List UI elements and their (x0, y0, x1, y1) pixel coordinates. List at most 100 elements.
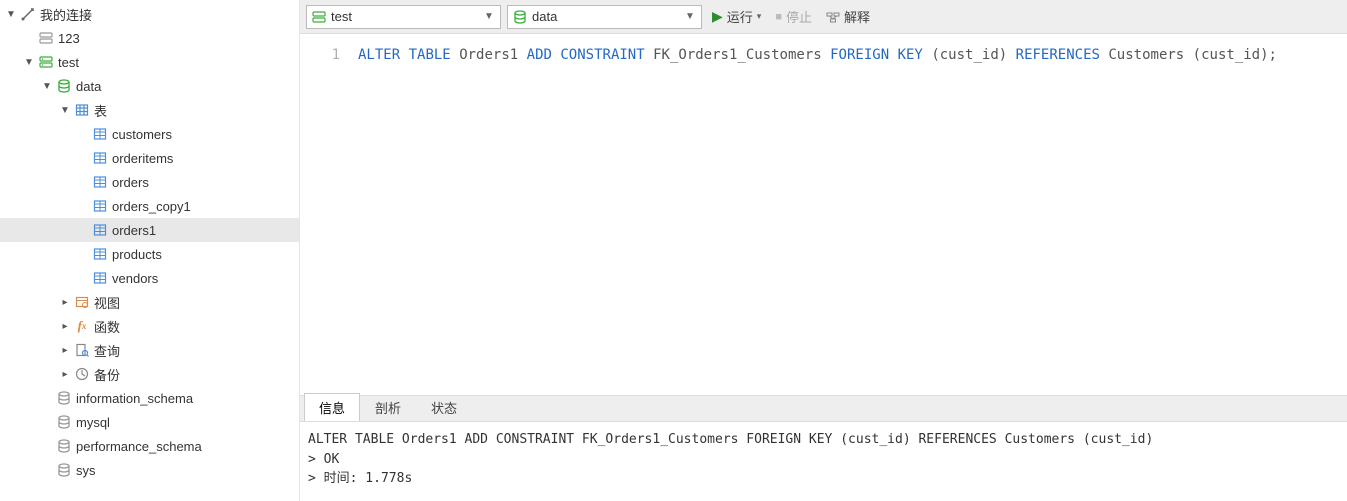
backup-icon (74, 366, 90, 382)
tree-table-orders-copy1[interactable]: orders_copy1 (0, 194, 299, 218)
tab-profile[interactable]: 剖析 (360, 393, 416, 421)
tab-status[interactable]: 状态 (416, 393, 472, 421)
line-number: 1 (300, 44, 340, 66)
sql-identifier: cust_id (1201, 47, 1260, 63)
chevron-down-icon[interactable]: ▼ (58, 103, 72, 117)
sql-identifier: Orders1 (459, 47, 518, 63)
chevron-down-icon[interactable]: ▾ (757, 11, 762, 22)
chevron-down-icon[interactable]: ▼ (683, 11, 697, 22)
tree-label: mysql (76, 415, 110, 430)
table-icon (92, 246, 108, 262)
table-icon (92, 270, 108, 286)
tree-label: information_schema (76, 391, 193, 406)
sql-identifier: FK_Orders1_Customers (653, 47, 822, 63)
sql-keyword: KEY (898, 47, 923, 63)
sql-keyword: TABLE (409, 47, 451, 63)
explain-button[interactable]: 解释 (822, 5, 874, 29)
table-icon (92, 222, 108, 238)
query-toolbar: test ▼ data ▼ ▶ 运行 ▾ ■ 停止 解释 (300, 0, 1347, 34)
table-icon (92, 198, 108, 214)
tree-label: 查询 (94, 341, 120, 360)
sql-editor[interactable]: 1 ALTER TABLE Orders1 ADD CONSTRAINT FK_… (300, 34, 1347, 395)
tree-connection-123[interactable]: ▶ 123 (0, 26, 299, 50)
tree-label: customers (112, 127, 172, 142)
sql-punct: ); (1260, 47, 1277, 63)
run-button[interactable]: ▶ 运行 ▾ (708, 5, 765, 29)
server-icon (311, 9, 327, 25)
tree-table-orders1[interactable]: orders1 (0, 218, 299, 242)
combo-value: data (532, 9, 683, 24)
chevron-right-icon[interactable]: ▸ (58, 319, 72, 333)
tree-label: test (58, 55, 79, 70)
tree-database-performance-schema[interactable]: performance_schema (0, 434, 299, 458)
database-selector[interactable]: data ▼ (507, 5, 702, 29)
tree-table-customers[interactable]: customers (0, 122, 299, 146)
sql-punct: ) (999, 47, 1007, 63)
tree-group-queries[interactable]: ▸ 查询 (0, 338, 299, 362)
result-line: ALTER TABLE Orders1 ADD CONSTRAINT FK_Or… (308, 432, 1153, 447)
sql-keyword: ADD (527, 47, 552, 63)
tree-label: performance_schema (76, 439, 202, 454)
result-output[interactable]: ALTER TABLE Orders1 ADD CONSTRAINT FK_Or… (300, 421, 1347, 501)
tree-connection-test[interactable]: ▼ test (0, 50, 299, 74)
button-label: 解释 (844, 7, 870, 26)
sql-punct: ( (931, 47, 939, 63)
database-icon (56, 78, 72, 94)
tree-label: orderitems (112, 151, 173, 166)
tree-root-my-connections[interactable]: ▼ 我的连接 (0, 2, 299, 26)
button-label: 停止 (786, 7, 812, 26)
tree-label: data (76, 79, 101, 94)
result-line: > 时间: 1.778s (308, 471, 412, 486)
table-icon (92, 126, 108, 142)
tree-label: orders1 (112, 223, 156, 238)
tree-label: 函数 (94, 317, 120, 336)
stop-icon: ■ (775, 11, 782, 23)
tree-label: 备份 (94, 365, 120, 384)
table-icon (92, 150, 108, 166)
tree-label: 表 (94, 101, 107, 120)
tree-group-functions[interactable]: ▸ fx 函数 (0, 314, 299, 338)
tree-database-data[interactable]: ▼ data (0, 74, 299, 98)
chevron-down-icon[interactable]: ▼ (22, 55, 36, 69)
chevron-down-icon[interactable]: ▼ (4, 7, 18, 21)
tree-label: orders (112, 175, 149, 190)
server-icon (38, 54, 54, 70)
connection-selector[interactable]: test ▼ (306, 5, 501, 29)
combo-value: test (331, 9, 482, 24)
tree-database-information-schema[interactable]: information_schema (0, 386, 299, 410)
tree-group-views[interactable]: ▸ 视图 (0, 290, 299, 314)
view-icon (74, 294, 90, 310)
tree-label: products (112, 247, 162, 262)
tree-table-orderitems[interactable]: orderitems (0, 146, 299, 170)
sql-keyword: REFERENCES (1016, 47, 1100, 63)
chevron-down-icon[interactable]: ▼ (482, 11, 496, 22)
database-icon (56, 390, 72, 406)
tree-group-backups[interactable]: ▸ 备份 (0, 362, 299, 386)
server-icon (38, 30, 54, 46)
code-area[interactable]: ALTER TABLE Orders1 ADD CONSTRAINT FK_Or… (350, 34, 1347, 395)
tree-label: orders_copy1 (112, 199, 191, 214)
chevron-right-icon[interactable]: ▸ (58, 343, 72, 357)
tree-table-orders[interactable]: orders (0, 170, 299, 194)
play-icon: ▶ (712, 8, 723, 25)
database-icon (56, 414, 72, 430)
tree-group-tables[interactable]: ▼ 表 (0, 98, 299, 122)
query-icon (74, 342, 90, 358)
database-icon (56, 438, 72, 454)
tree-label: 我的连接 (40, 5, 92, 24)
tree-label: sys (76, 463, 96, 478)
button-label: 运行 (727, 7, 753, 26)
tree-table-products[interactable]: products (0, 242, 299, 266)
tree-table-vendors[interactable]: vendors (0, 266, 299, 290)
tree-database-mysql[interactable]: mysql (0, 410, 299, 434)
table-group-icon (74, 102, 90, 118)
connection-root-icon (20, 6, 36, 22)
chevron-right-icon[interactable]: ▸ (58, 367, 72, 381)
chevron-down-icon[interactable]: ▼ (40, 79, 54, 93)
explain-icon (826, 10, 840, 24)
table-icon (92, 174, 108, 190)
tree-database-sys[interactable]: sys (0, 458, 299, 482)
chevron-right-icon[interactable]: ▸ (58, 295, 72, 309)
tab-info[interactable]: 信息 (304, 393, 360, 421)
tree-label: 123 (58, 31, 80, 46)
